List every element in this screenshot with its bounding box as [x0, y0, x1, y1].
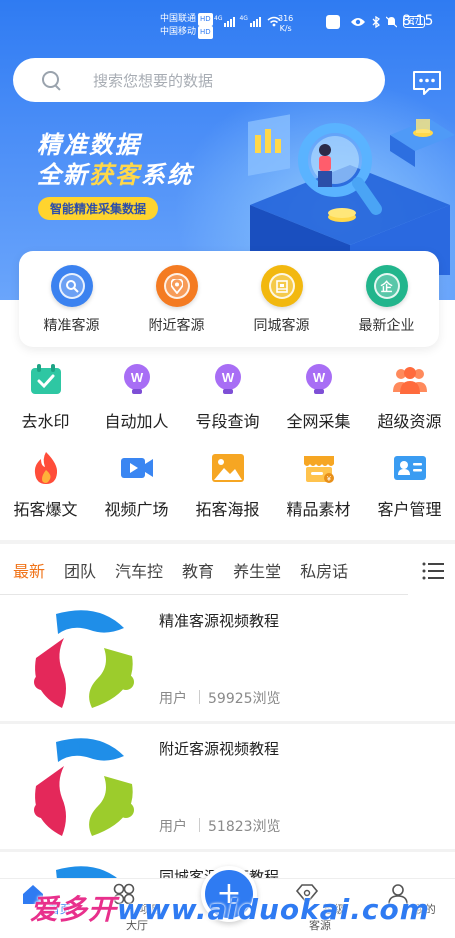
- grid-item-video-square[interactable]: 视频广场: [91, 450, 182, 538]
- grid-item-material[interactable]: ¥ 精品素材: [273, 450, 364, 538]
- grid-label: 拓客海报: [195, 500, 260, 519]
- banner-tag[interactable]: 智能精准采集数据: [38, 197, 159, 220]
- chat-bubble-icon[interactable]: [412, 70, 442, 96]
- search-bar[interactable]: 搜索您想要的数据: [13, 58, 385, 102]
- flame-icon: [34, 452, 57, 484]
- svg-text:W: W: [130, 370, 143, 385]
- w-bulb-icon: W: [123, 364, 150, 394]
- quick-action-label: 精准客源: [43, 318, 100, 334]
- quick-action-label: 最新企业: [358, 318, 415, 334]
- location-pin-icon: [155, 265, 198, 307]
- item-views: 51823浏览: [208, 819, 281, 835]
- search-icon: [41, 70, 61, 90]
- eye-icon: [351, 18, 365, 26]
- tab-team[interactable]: 团队: [64, 558, 96, 582]
- w-bulb-icon: W: [305, 364, 332, 394]
- category-tabs: 最新 团队 汽车控 教育 养生堂 私房话: [0, 540, 455, 596]
- carrier-2: 中国移动: [160, 27, 197, 37]
- grid-label: 视频广场: [104, 500, 169, 519]
- grid-label: 超级资源: [377, 412, 442, 431]
- item-title: 附近客源视频教程: [159, 740, 280, 758]
- grid-label: 客户管理: [377, 500, 442, 519]
- item-author: 用户: [159, 691, 187, 707]
- svg-text:W: W: [312, 370, 325, 385]
- list-menu-icon[interactable]: [422, 562, 444, 580]
- item-meta: 用户 59925浏览: [159, 688, 281, 708]
- calendar-check-icon: [30, 364, 61, 394]
- watermark: 爱多开www.aiduokai.com: [30, 893, 430, 926]
- tab-health[interactable]: 养生堂: [233, 558, 281, 582]
- carrier-1: 中国联通: [160, 14, 197, 24]
- store-icon: ¥: [303, 456, 334, 483]
- bell-mute-icon: [386, 16, 397, 28]
- logo-thumbnail: [34, 610, 134, 708]
- w-bulb-icon: W: [214, 364, 241, 394]
- grid-item-number-query[interactable]: W 号段查询: [182, 362, 273, 450]
- logo-thumbnail: [34, 738, 134, 836]
- grid-item-super-resource[interactable]: 超级资源: [364, 362, 455, 450]
- building-icon: [260, 265, 303, 307]
- grid-label: 精品素材: [286, 500, 351, 519]
- list-item[interactable]: 附近客源视频教程 用户 51823浏览: [0, 724, 455, 852]
- tab-education[interactable]: 教育: [182, 558, 214, 582]
- magnifier-icon: [50, 265, 93, 307]
- status-bar: 中国联通 HD 中国移动 HD 4G 4G 316 K/s 67 8:15: [0, 0, 455, 46]
- quick-action-enterprise[interactable]: 企 最新企业: [334, 251, 439, 347]
- image-icon: [211, 454, 244, 482]
- quick-action-precise[interactable]: 精准客源: [19, 251, 124, 347]
- people-icon: [392, 367, 427, 394]
- item-views: 59925浏览: [208, 691, 281, 707]
- clock: 8:15: [402, 13, 434, 29]
- grid-label: 自动加人: [104, 412, 169, 431]
- contact-card-icon: [393, 456, 426, 480]
- video-camera-icon: [120, 458, 153, 478]
- grid-item-remove-watermark[interactable]: 去水印: [0, 362, 91, 450]
- bluetooth-icon: [372, 16, 380, 28]
- search-input[interactable]: 搜索您想要的数据: [93, 70, 213, 91]
- grid-label: 全网采集: [286, 412, 351, 431]
- grid-item-web-collect[interactable]: W 全网采集: [273, 362, 364, 450]
- quick-action-label: 同城客源: [253, 318, 310, 334]
- grid-row: 拓客爆文 视频广场 拓客海报 ¥ 精品素材 客户管理: [0, 450, 455, 538]
- network-type-2: 4G: [239, 15, 248, 22]
- grid-label: 拓客爆文: [13, 500, 78, 519]
- network-speed: 316 K/s: [278, 14, 294, 33]
- banner-illustration: [248, 114, 455, 275]
- grid-item-poster[interactable]: 拓客海报: [182, 450, 273, 538]
- grid-item-customer-mgmt[interactable]: 客户管理: [364, 450, 455, 538]
- app-notification-icon: [326, 15, 340, 29]
- grid-label: 去水印: [21, 412, 70, 431]
- tab-latest[interactable]: 最新: [13, 558, 45, 582]
- grid-row: 去水印 W 自动加人 W 号段查询 W 全网采集 超级资源: [0, 362, 455, 450]
- feature-grid: 去水印 W 自动加人 W 号段查询 W 全网采集 超级资源 拓客爆文 视频广场 …: [0, 362, 455, 538]
- grid-label: 号段查询: [195, 412, 260, 431]
- banner-line-2: 全新获客系统: [37, 161, 193, 189]
- banner-title: 精准数据 全新获客系统: [37, 130, 193, 190]
- quick-actions-card: 精准客源 附近客源 同城客源 企 最新企业: [19, 251, 439, 347]
- tab-car[interactable]: 汽车控: [115, 558, 163, 582]
- banner-line-1: 精准数据: [37, 131, 141, 159]
- carrier-info: 中国联通 HD 中国移动 HD: [160, 13, 213, 39]
- item-meta: 用户 51823浏览: [159, 816, 281, 836]
- tab-divider: [0, 594, 408, 595]
- svg-text:¥: ¥: [327, 476, 331, 483]
- grid-item-viral-article[interactable]: 拓客爆文: [0, 450, 91, 538]
- item-title: 精准客源视频教程: [159, 612, 280, 630]
- tab-private[interactable]: 私房话: [300, 558, 348, 582]
- hd-badge: HD: [198, 26, 213, 39]
- signal-icon: 4G 4G: [214, 16, 281, 27]
- list-item[interactable]: 精准客源视频教程 用户 59925浏览: [0, 596, 455, 724]
- quick-action-nearby[interactable]: 附近客源: [124, 251, 229, 347]
- hd-badge: HD: [198, 13, 213, 26]
- item-author: 用户: [159, 819, 187, 835]
- quick-action-label: 附近客源: [148, 318, 205, 334]
- quick-action-city[interactable]: 同城客源: [229, 251, 334, 347]
- enterprise-icon: 企: [365, 265, 408, 307]
- svg-text:W: W: [221, 370, 234, 385]
- network-type-1: 4G: [214, 15, 223, 22]
- grid-item-auto-add[interactable]: W 自动加人: [91, 362, 182, 450]
